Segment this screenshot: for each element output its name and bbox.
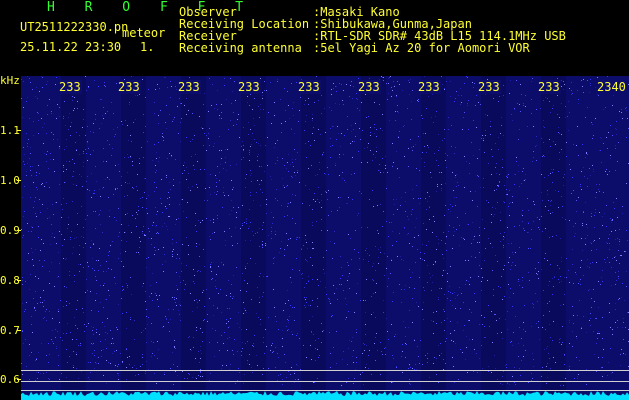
x-label-6: 233 (357, 80, 381, 94)
x-label-9: 233 (537, 80, 561, 94)
x-label-4: 233 (237, 80, 261, 94)
x-label-1: 233 (58, 80, 82, 94)
x-label-3: 233 (177, 80, 201, 94)
count-value: 1. (140, 40, 155, 54)
x-label-5: 233 (297, 80, 321, 94)
antenna-value: :5el Yagi Az 20 for Aomori VOR (313, 41, 530, 55)
marker-line (21, 390, 629, 391)
y-tick (17, 280, 21, 281)
marker-line (21, 370, 629, 371)
x-label-7: 233 (417, 80, 441, 94)
y-tick (17, 180, 21, 181)
antenna-key: Receiving antenna (179, 41, 302, 55)
x-label-10: 2340 (596, 80, 627, 94)
spectrogram-area (21, 76, 629, 400)
datetime: 25.11.22 23:30 (20, 40, 122, 54)
marker-line (21, 381, 629, 382)
x-label-2: 233 (117, 80, 141, 94)
x-label-8: 233 (477, 80, 501, 94)
y-tick (17, 130, 21, 131)
y-unit-label: kHz (0, 74, 20, 87)
y-tick (17, 330, 21, 331)
mode-label: meteor (122, 26, 166, 40)
y-tick (17, 230, 21, 231)
spectrogram-noise (21, 76, 629, 400)
file-name: UT2511222330.pn (20, 20, 129, 34)
hroft-window: H R O F F T UT2511222330.pn meteor 25.11… (0, 0, 629, 400)
y-tick (17, 379, 21, 380)
